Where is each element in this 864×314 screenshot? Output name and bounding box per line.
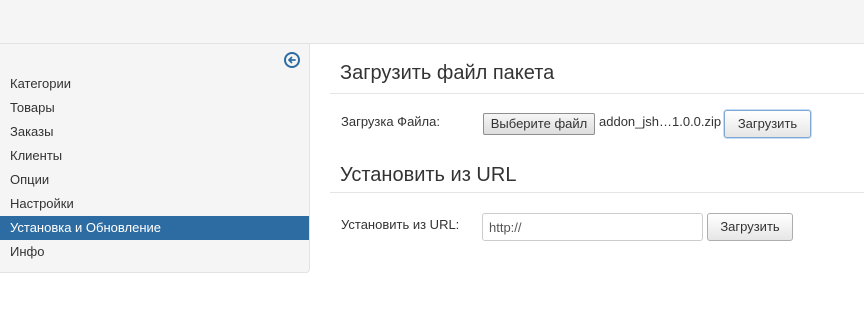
choose-file-button[interactable]: Выберите файл <box>483 113 595 135</box>
upload-file-label: Загрузка Файла: <box>341 114 440 129</box>
sidebar-item-options[interactable]: Опции <box>0 168 309 192</box>
sidebar-menu: Категории Товары Заказы Клиенты Опции На… <box>0 72 309 264</box>
selected-file-name: addon_jsh…1.0.0.zip <box>599 114 722 129</box>
upload-file-submit-button[interactable]: Загрузить <box>724 110 811 138</box>
install-url-input[interactable] <box>482 213 703 241</box>
sidebar-item-orders[interactable]: Заказы <box>0 120 309 144</box>
sidebar-item-install-update[interactable]: Установка и Обновление <box>0 216 309 240</box>
top-bar <box>0 0 864 44</box>
upload-section-title: Загрузить файл пакета <box>340 62 555 84</box>
arrow-left-circle-icon[interactable] <box>284 52 300 68</box>
arrow-left-glyph <box>288 56 296 64</box>
url-section-divider <box>330 192 864 193</box>
sidebar-item-settings[interactable]: Настройки <box>0 192 309 216</box>
upload-section-divider <box>330 93 864 94</box>
sidebar-item-products[interactable]: Товары <box>0 96 309 120</box>
sidebar-item-categories[interactable]: Категории <box>0 72 309 96</box>
install-url-label: Установить из URL: <box>341 217 460 232</box>
sidebar-item-info[interactable]: Инфо <box>0 240 309 264</box>
url-section-title: Установить из URL <box>340 164 517 186</box>
install-url-submit-button[interactable]: Загрузить <box>707 213 793 241</box>
sidebar-item-clients[interactable]: Клиенты <box>0 144 309 168</box>
sidebar: Категории Товары Заказы Клиенты Опции На… <box>0 44 310 273</box>
